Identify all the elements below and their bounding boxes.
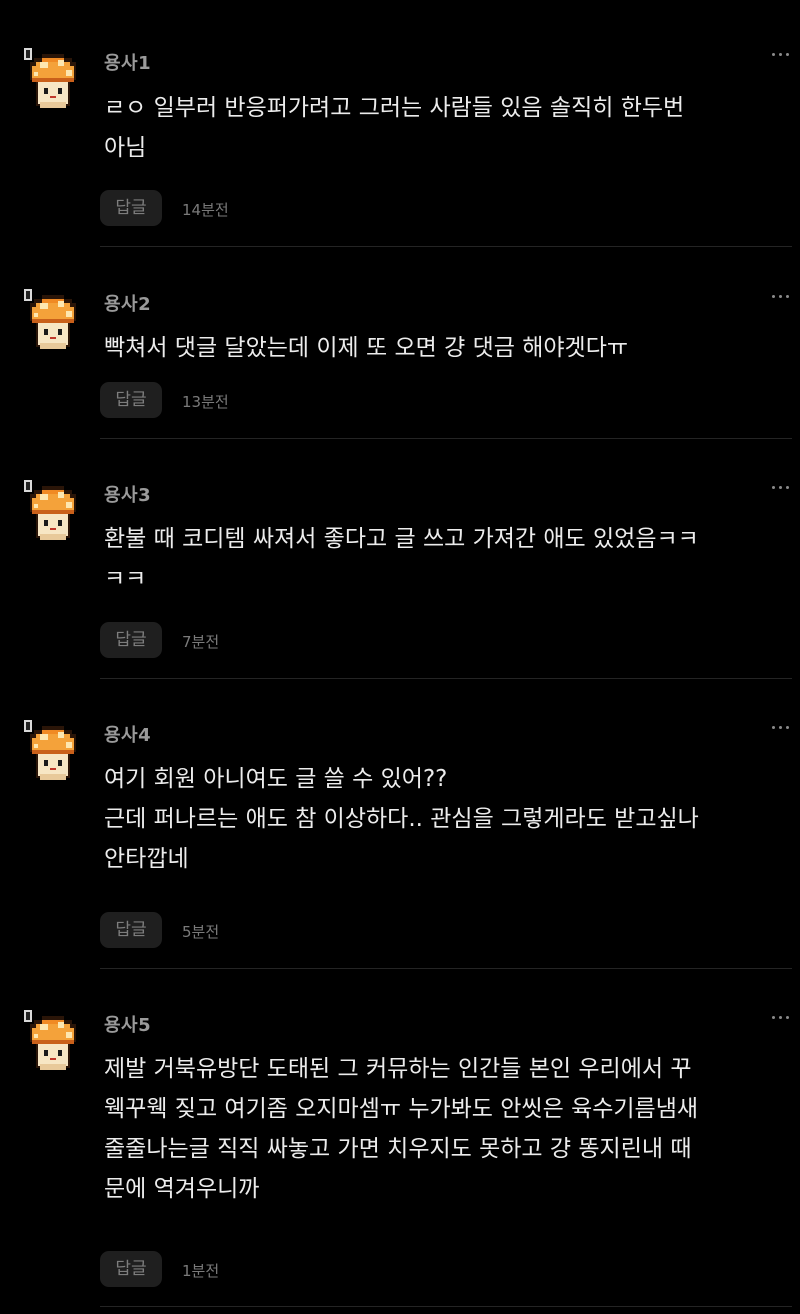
reply-button[interactable]: 답글: [100, 190, 162, 226]
comment-nickname[interactable]: 용사5: [104, 1011, 151, 1037]
comment-text: 빡쳐서 댓글 달았는데 이제 또 오면 걍 댓금 해야겟다ㅠ: [104, 335, 629, 361]
orange-mushroom-icon[interactable]: [24, 291, 82, 353]
comment-nickname[interactable]: 용사4: [104, 721, 151, 747]
orange-mushroom-icon[interactable]: [24, 482, 82, 544]
reply-button[interactable]: 답글: [100, 1251, 162, 1287]
orange-mushroom-icon[interactable]: [24, 722, 82, 784]
comment-divider: [100, 246, 792, 247]
more-options-icon[interactable]: [768, 292, 794, 302]
comment-nickname[interactable]: 용사1: [104, 49, 151, 75]
comment-nickname[interactable]: 용사3: [104, 481, 151, 507]
comment-divider: [100, 1306, 792, 1307]
orange-mushroom-icon[interactable]: [24, 50, 82, 112]
comment-time: 7분전: [182, 633, 220, 651]
comment-time: 5분전: [182, 923, 220, 941]
more-options-icon[interactable]: [768, 50, 794, 60]
comment-time: 13분전: [182, 393, 229, 411]
more-options-icon[interactable]: [768, 483, 794, 493]
comment-text: ㄹㅇ 일부러 반응퍼가려고 그러는 사람들 있음 솔직히 한두번 아님: [104, 95, 685, 161]
comment-divider: [100, 678, 792, 679]
comment-text: 제발 거북유방단 도태된 그 커뮤하는 인간들 본인 우리에서 꾸 웩꾸웩 짖고…: [104, 1056, 699, 1202]
comment-divider: [100, 968, 792, 969]
more-options-icon[interactable]: [768, 1013, 794, 1023]
comment-divider: [100, 438, 792, 439]
reply-button[interactable]: 답글: [100, 912, 162, 948]
orange-mushroom-icon[interactable]: [24, 1012, 82, 1074]
comment-text: 환불 때 코디템 싸져서 좋다고 글 쓰고 가져간 애도 있었음ㅋㅋ ㅋㅋ: [104, 526, 699, 592]
more-options-icon[interactable]: [768, 723, 794, 733]
comment-nickname[interactable]: 용사2: [104, 290, 151, 316]
reply-button[interactable]: 답글: [100, 382, 162, 418]
comment-time: 14분전: [182, 201, 229, 219]
reply-button[interactable]: 답글: [100, 622, 162, 658]
comment-time: 1분전: [182, 1262, 220, 1280]
comment-text: 여기 회원 아니여도 글 쓸 수 있어?? 근데 퍼나르는 애도 참 이상하다.…: [104, 766, 699, 872]
